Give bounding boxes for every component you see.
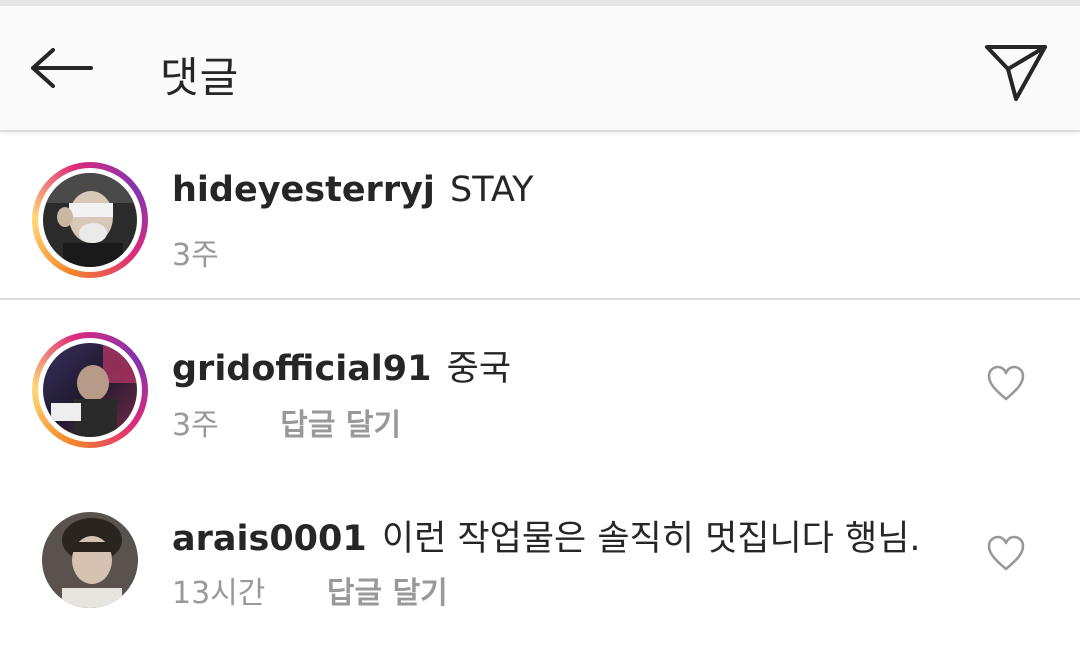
reply-button[interactable]: 답글 달기	[280, 408, 401, 443]
comment-text: STAY	[450, 170, 534, 210]
paper-plane-icon	[985, 45, 1047, 101]
arrow-left-icon	[31, 48, 93, 88]
divider	[0, 298, 1080, 300]
comment-text: 이런 작업물은 솔직히 멋집니다 행님.	[381, 519, 921, 559]
comment-item: gridofficial91 중국 3주 답글 달기	[0, 302, 1080, 470]
avatar[interactable]	[32, 162, 148, 278]
comment-line: gridofficial91 중국	[172, 340, 511, 391]
comment-time: 3주	[172, 238, 219, 273]
back-button[interactable]	[24, 36, 100, 100]
comment-meta: 3주	[172, 230, 219, 274]
avatar-photo	[43, 173, 137, 267]
comment-meta: 3주 답글 달기	[172, 400, 401, 444]
comment-item: arais0001 이런 작업물은 솔직히 멋집니다 행님. 13시간 답글 달…	[0, 470, 1080, 640]
comment-meta: 13시간 답글 달기	[172, 568, 448, 612]
comment-username[interactable]: arais0001	[172, 519, 367, 559]
comment-time: 13시간	[172, 576, 266, 611]
comment-line: arais0001 이런 작업물은 솔직히 멋집니다 행님.	[172, 510, 921, 561]
comment-username[interactable]: hideyesterryj	[172, 170, 435, 210]
avatar[interactable]	[32, 332, 148, 448]
comment-time: 3주	[172, 408, 219, 443]
comment-username[interactable]: gridofficial91	[172, 349, 432, 389]
comment-item: hideyesterryj STAY 3주	[0, 132, 1080, 300]
comment-line: hideyesterryj STAY	[172, 170, 534, 210]
heart-icon[interactable]	[986, 534, 1026, 574]
page-title: 댓글	[160, 53, 240, 102]
avatar-photo	[43, 343, 137, 437]
share-button[interactable]	[978, 38, 1054, 108]
heart-icon[interactable]	[986, 364, 1026, 404]
reply-button[interactable]: 답글 달기	[327, 576, 448, 611]
comment-text: 중국	[446, 349, 512, 389]
comments-header: 댓글	[0, 6, 1080, 132]
avatar[interactable]	[42, 512, 138, 608]
